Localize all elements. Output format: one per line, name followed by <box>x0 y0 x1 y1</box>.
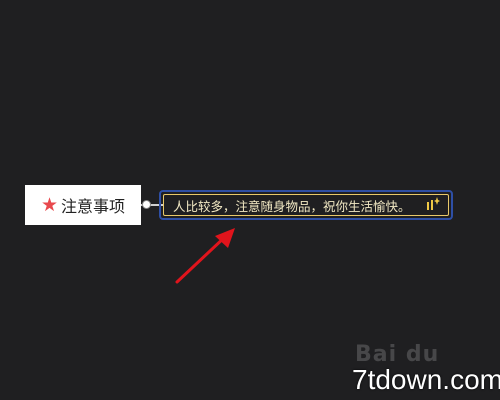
annotation-arrow <box>175 228 235 284</box>
mindmap-canvas[interactable]: ★ 注意事项 人比较多，注意随身物品，祝你生活愉快。 Bai du 7tdown… <box>0 0 500 400</box>
watermark-site: 7tdown.com <box>352 364 500 395</box>
